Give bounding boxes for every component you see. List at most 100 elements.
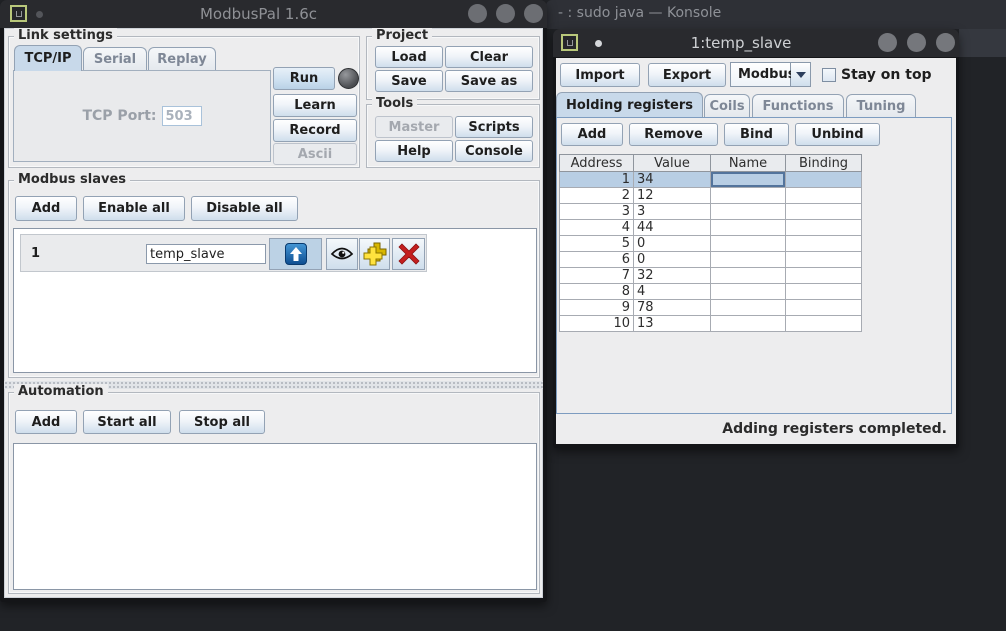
cell-name[interactable] — [711, 188, 786, 204]
tab-tcpip[interactable]: TCP/IP — [14, 45, 82, 71]
column-header-address[interactable]: Address — [560, 155, 634, 172]
cell-binding[interactable] — [786, 220, 862, 236]
stop-all-button[interactable]: Stop all — [179, 410, 265, 434]
cell-value[interactable]: 12 — [634, 188, 711, 204]
help-button[interactable]: Help — [375, 140, 453, 162]
cell-value[interactable]: 0 — [634, 236, 711, 252]
register-remove-button[interactable]: Remove — [629, 123, 718, 146]
scripts-button[interactable]: Scripts — [455, 116, 533, 138]
column-header-value[interactable]: Value — [634, 155, 711, 172]
cell-name[interactable] — [711, 284, 786, 300]
tab-serial[interactable]: Serial — [83, 47, 147, 71]
cell-binding[interactable] — [786, 236, 862, 252]
minimize-button[interactable] — [878, 33, 897, 52]
cell-name[interactable] — [711, 236, 786, 252]
cell-binding[interactable] — [786, 284, 862, 300]
cell-address[interactable]: 1 — [560, 172, 634, 188]
cell-value[interactable]: 78 — [634, 300, 711, 316]
cell-name[interactable] — [711, 172, 786, 188]
slave-add-button[interactable]: Add — [15, 196, 77, 221]
maximize-button[interactable] — [496, 4, 515, 23]
start-all-button[interactable]: Start all — [83, 410, 171, 434]
load-button[interactable]: Load — [375, 46, 443, 68]
close-button[interactable] — [524, 4, 543, 23]
cell-value[interactable]: 0 — [634, 252, 711, 268]
maximize-button[interactable] — [907, 33, 926, 52]
clear-button[interactable]: Clear — [445, 46, 533, 68]
cell-value[interactable]: 3 — [634, 204, 711, 220]
cell-address[interactable]: 6 — [560, 252, 634, 268]
cell-value[interactable]: 13 — [634, 316, 711, 332]
slave-view-button[interactable] — [326, 238, 358, 270]
disable-all-button[interactable]: Disable all — [191, 196, 298, 221]
slave-titlebar[interactable]: 1:temp_slave — [553, 29, 959, 57]
slave-row[interactable]: 1 — [20, 234, 427, 272]
cell-binding[interactable] — [786, 268, 862, 284]
column-header-binding[interactable]: Binding — [786, 155, 862, 172]
table-row[interactable]: 33 — [560, 204, 862, 220]
tab-replay[interactable]: Replay — [148, 47, 216, 71]
modbuspal-titlebar[interactable]: ModbusPal 1.6c — [0, 0, 547, 28]
table-row[interactable]: 212 — [560, 188, 862, 204]
export-button[interactable]: Export — [648, 63, 726, 87]
cell-binding[interactable] — [786, 300, 862, 316]
save-as-button[interactable]: Save as — [445, 70, 533, 92]
cell-name[interactable] — [711, 204, 786, 220]
column-header-name[interactable]: Name — [711, 155, 786, 172]
cell-name[interactable] — [711, 300, 786, 316]
cell-name[interactable] — [711, 220, 786, 236]
register-bind-button[interactable]: Bind — [724, 123, 789, 146]
record-button[interactable]: Record — [273, 119, 357, 142]
tab-functions[interactable]: Functions — [752, 94, 844, 117]
console-button[interactable]: Console — [455, 140, 533, 162]
run-button[interactable]: Run — [273, 67, 335, 90]
cell-value[interactable]: 4 — [634, 284, 711, 300]
table-row[interactable]: 84 — [560, 284, 862, 300]
cell-address[interactable]: 10 — [560, 316, 634, 332]
slave-delete-button[interactable] — [392, 238, 425, 270]
cell-address[interactable]: 4 — [560, 220, 634, 236]
table-row[interactable]: 1013 — [560, 316, 862, 332]
save-button[interactable]: Save — [375, 70, 443, 92]
tcp-port-input[interactable] — [162, 106, 202, 126]
cell-address[interactable]: 7 — [560, 268, 634, 284]
slave-enable-toggle[interactable] — [269, 238, 322, 270]
table-row[interactable]: 134 — [560, 172, 862, 188]
protocol-select[interactable]: Modbus — [730, 62, 811, 87]
table-row[interactable]: 978 — [560, 300, 862, 316]
cell-address[interactable]: 8 — [560, 284, 634, 300]
cell-name[interactable] — [711, 316, 786, 332]
cell-value[interactable]: 34 — [634, 172, 711, 188]
slave-name-input[interactable] — [146, 244, 266, 264]
cell-address[interactable]: 9 — [560, 300, 634, 316]
learn-button[interactable]: Learn — [273, 94, 357, 117]
cell-name[interactable] — [711, 252, 786, 268]
cell-name[interactable] — [711, 268, 786, 284]
cell-binding[interactable] — [786, 172, 862, 188]
tab-holding-registers[interactable]: Holding registers — [556, 92, 703, 117]
import-button[interactable]: Import — [560, 63, 640, 87]
tab-coils[interactable]: Coils — [704, 94, 750, 117]
cell-address[interactable]: 3 — [560, 204, 634, 220]
cell-address[interactable]: 5 — [560, 236, 634, 252]
table-row[interactable]: 60 — [560, 252, 862, 268]
cell-value[interactable]: 44 — [634, 220, 711, 236]
enable-all-button[interactable]: Enable all — [83, 196, 185, 221]
table-row[interactable]: 50 — [560, 236, 862, 252]
table-row[interactable]: 444 — [560, 220, 862, 236]
table-row[interactable]: 732 — [560, 268, 862, 284]
close-button[interactable] — [936, 33, 955, 52]
slave-add-register-button[interactable] — [359, 238, 390, 270]
cell-binding[interactable] — [786, 204, 862, 220]
cell-binding[interactable] — [786, 316, 862, 332]
register-add-button[interactable]: Add — [561, 123, 623, 146]
register-unbind-button[interactable]: Unbind — [795, 123, 880, 146]
cell-address[interactable]: 2 — [560, 188, 634, 204]
cell-binding[interactable] — [786, 188, 862, 204]
stay-on-top-checkbox[interactable] — [822, 68, 836, 82]
cell-binding[interactable] — [786, 252, 862, 268]
tab-tuning[interactable]: Tuning — [846, 94, 916, 117]
cell-value[interactable]: 32 — [634, 268, 711, 284]
combo-arrow-button[interactable] — [791, 62, 811, 87]
automation-add-button[interactable]: Add — [15, 410, 77, 434]
